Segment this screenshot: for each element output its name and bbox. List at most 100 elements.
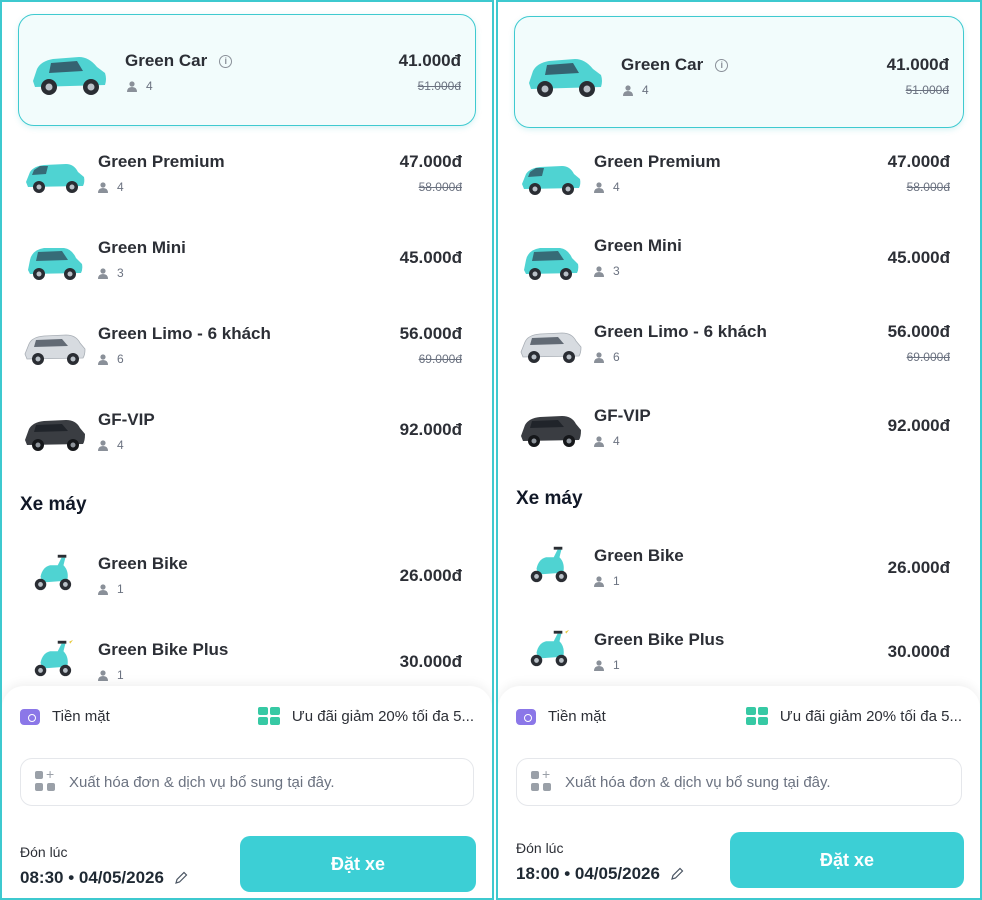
seat-count-value: 4: [146, 79, 153, 93]
seat-count: 1: [594, 658, 620, 672]
vehicle-name: Green Bike Plus: [594, 630, 725, 649]
vehicle-option-green-bike[interactable]: Green Bike 1 26.000đ: [514, 536, 964, 622]
car-teal-icon: [33, 57, 106, 95]
seat-count: 1: [594, 574, 620, 588]
payment-method[interactable]: Tiền mặt: [516, 708, 606, 725]
price: 47.000đ: [887, 152, 950, 171]
old-price: 58.000đ: [418, 180, 462, 194]
price: 41.000đ: [398, 51, 461, 70]
price: 45.000đ: [887, 248, 950, 267]
pickup-time[interactable]: 18:00 • 04/05/2026: [516, 864, 684, 884]
price: 30.000đ: [887, 642, 950, 661]
vehicle-option-green-car[interactable]: Green Car i 4 41.000đ 51.000đ: [18, 14, 476, 126]
pencil-icon[interactable]: [670, 867, 684, 881]
book-ride-button[interactable]: Đặt xe: [730, 832, 964, 888]
info-icon[interactable]: i: [715, 58, 729, 72]
person-icon: [98, 181, 108, 193]
vehicle-name: Green Limo - 6 khách: [594, 322, 767, 341]
seat-count-value: 1: [613, 658, 620, 672]
vehicle-option-green-premium[interactable]: Green Premium 4 47.000đ 58.000đ: [18, 142, 476, 228]
person-icon: [98, 583, 108, 595]
person-icon: [594, 351, 604, 363]
vehicle-name: Green Car i: [621, 55, 729, 75]
seat-count-value: 6: [117, 352, 124, 366]
vehicle-name: Green Car i: [125, 51, 233, 71]
seat-count: 1: [98, 582, 124, 596]
vehicle-option-green-premium[interactable]: Green Premium 4 47.000đ 58.000đ: [514, 144, 964, 230]
booking-screen-right: Green Car i 4 41.000đ 51.000đ Green Premi…: [496, 0, 982, 900]
vehicle-name: Green Bike Plus: [98, 640, 229, 659]
vehicle-name: Green Mini: [98, 238, 186, 257]
vehicle-option-green-limo[interactable]: Green Limo - 6 khách 6 56.000đ 69.000đ: [514, 312, 964, 398]
person-icon: [594, 181, 604, 193]
vehicle-option-green-mini[interactable]: Green Mini 3 45.000đ: [514, 228, 964, 314]
old-price: 58.000đ: [906, 180, 950, 194]
car-teal-icon: [26, 164, 85, 193]
payment-method[interactable]: Tiền mặt: [20, 708, 110, 725]
vehicle-name: Green Premium: [98, 152, 225, 171]
vehicle-name: Green Bike: [594, 546, 684, 565]
old-price: 51.000đ: [905, 83, 949, 97]
seat-count-value: 4: [613, 434, 620, 448]
car-teal-icon: [529, 59, 602, 97]
vehicle-option-green-limo[interactable]: Green Limo - 6 khách 6 56.000đ 69.000đ: [18, 314, 476, 400]
price: 56.000đ: [887, 322, 950, 341]
car-teal-icon: [522, 166, 581, 195]
invoice-extra-services-field[interactable]: + Xuất hóa đơn & dịch vụ bổ sung tại đây…: [20, 758, 474, 806]
car-silver-icon: [24, 334, 86, 365]
seat-count: 3: [594, 264, 620, 278]
person-icon: [98, 669, 108, 681]
price: 26.000đ: [399, 566, 462, 585]
seat-count-value: 6: [613, 350, 620, 364]
seat-count: 4: [623, 83, 649, 97]
vehicle-name: GF-VIP: [594, 406, 651, 425]
person-icon: [594, 435, 604, 447]
booking-bottom-sheet: Tiền mặt Ưu đãi giảm 20% tối đa 5... + X…: [498, 686, 980, 898]
promo-label: Ưu đãi giảm 20% tối đa 5...: [291, 707, 474, 725]
old-price: 69.000đ: [906, 350, 950, 364]
person-icon: [98, 267, 108, 279]
vehicle-option-gf-vip[interactable]: GF-VIP 4 92.000đ: [514, 396, 964, 482]
booking-bottom-sheet: Tiền mặt Ưu đãi giảm 20% tối đa 5... + X…: [2, 686, 492, 898]
promo-label: Ưu đãi giảm 20% tối đa 5...: [779, 707, 962, 725]
pickup-label: Đón lúc: [516, 840, 564, 856]
vehicle-name: Green Limo - 6 khách: [98, 324, 271, 343]
seat-count: 6: [594, 350, 620, 364]
vehicle-option-green-car[interactable]: Green Car i 4 41.000đ 51.000đ: [514, 16, 964, 128]
wallet-icon: [516, 708, 536, 725]
seat-count: 4: [594, 180, 620, 194]
scooter-icon: [530, 546, 568, 583]
seat-count: 4: [98, 438, 124, 452]
price: 92.000đ: [399, 420, 462, 439]
vehicle-option-green-mini[interactable]: Green Mini 3 45.000đ: [18, 228, 476, 314]
pickup-time-value: 08:30 • 04/05/2026: [20, 868, 164, 887]
seat-count: 4: [127, 79, 153, 93]
price: 26.000đ: [887, 558, 950, 577]
old-price: 69.000đ: [418, 352, 462, 366]
price: 45.000đ: [399, 248, 462, 267]
scooter-plus-icon: [530, 627, 570, 667]
person-icon: [594, 659, 604, 671]
person-icon: [127, 80, 137, 92]
section-title-motorbike: Xe máy: [516, 488, 583, 509]
vehicle-option-gf-vip[interactable]: GF-VIP 4 92.000đ: [18, 400, 476, 486]
invoice-extra-services-field[interactable]: + Xuất hóa đơn & dịch vụ bổ sung tại đây…: [516, 758, 962, 806]
seat-count: 6: [98, 352, 124, 366]
pencil-icon[interactable]: [174, 871, 188, 885]
voucher-icon: [745, 707, 768, 725]
seat-count-value: 4: [117, 180, 124, 194]
price: 30.000đ: [399, 652, 462, 671]
pickup-time[interactable]: 08:30 • 04/05/2026: [20, 868, 188, 888]
promo-selector[interactable]: Ưu đãi giảm 20% tối đa 5...: [745, 707, 962, 725]
vehicle-option-green-bike[interactable]: Green Bike 1 26.000đ: [18, 544, 476, 630]
car-teal-mini-icon: [28, 248, 83, 280]
promo-selector[interactable]: Ưu đãi giảm 20% tối đa 5...: [257, 707, 474, 725]
payment-method-label: Tiền mặt: [52, 708, 110, 725]
book-ride-button[interactable]: Đặt xe: [240, 836, 476, 892]
person-icon: [623, 84, 633, 96]
old-price: 51.000đ: [417, 79, 461, 93]
invoice-placeholder: Xuất hóa đơn & dịch vụ bổ sung tại đây.: [69, 773, 335, 791]
info-icon[interactable]: i: [219, 54, 233, 68]
seat-count-value: 1: [117, 582, 124, 596]
person-icon: [594, 575, 604, 587]
